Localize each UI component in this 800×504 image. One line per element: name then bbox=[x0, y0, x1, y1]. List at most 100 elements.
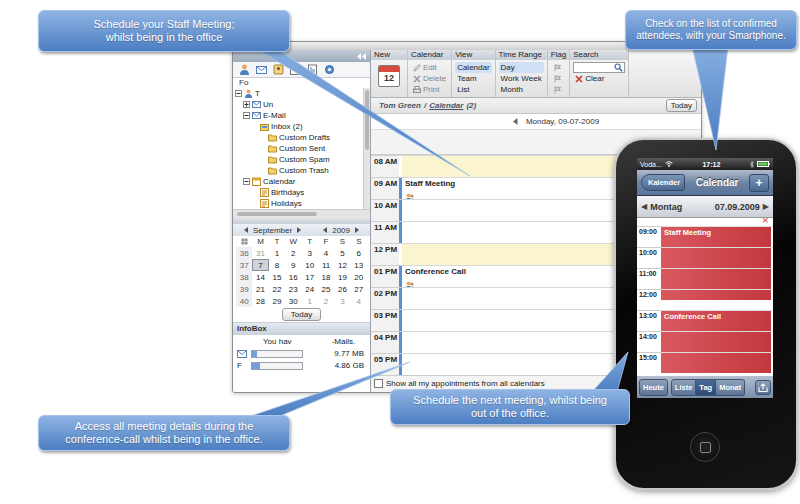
magnifier-icon[interactable] bbox=[614, 63, 623, 72]
phone-hour-slot[interactable] bbox=[661, 268, 773, 289]
previous-month-icon[interactable] bbox=[244, 227, 249, 233]
day-cell[interactable]: 13 bbox=[351, 259, 367, 271]
contacts-icon[interactable] bbox=[273, 64, 284, 75]
day-cell[interactable]: 12 bbox=[334, 259, 350, 271]
home-button[interactable] bbox=[690, 432, 720, 462]
mail-icon[interactable] bbox=[256, 64, 267, 75]
toolbar-option[interactable]: Calendar bbox=[455, 62, 491, 73]
day-cell[interactable]: 4 bbox=[318, 247, 334, 259]
phone-hour-slot[interactable] bbox=[661, 289, 773, 310]
day-cell[interactable]: 31 bbox=[252, 247, 268, 259]
day-cell[interactable]: 27 bbox=[351, 283, 367, 295]
phone-hour-row[interactable]: 14:00 bbox=[637, 331, 773, 352]
folder-item[interactable]: E-Mail bbox=[233, 110, 363, 121]
expander-icon[interactable] bbox=[243, 178, 250, 185]
scroll-thumb[interactable] bbox=[365, 90, 369, 150]
next-month-icon[interactable] bbox=[296, 227, 301, 233]
today-button[interactable]: Today bbox=[666, 99, 697, 112]
day-cell[interactable]: 10 bbox=[302, 259, 318, 271]
folder-item[interactable]: Custom Sent bbox=[233, 143, 363, 154]
flag-button[interactable] bbox=[551, 62, 567, 73]
gear-icon[interactable] bbox=[324, 64, 335, 75]
folder-item[interactable]: Custom Trash bbox=[233, 165, 363, 176]
message-end[interactable]: -Mails. bbox=[332, 337, 356, 347]
day-cell[interactable]: 5 bbox=[334, 247, 350, 259]
appointment-block[interactable] bbox=[661, 332, 771, 352]
day-cell[interactable]: 22 bbox=[269, 283, 285, 295]
day-cell[interactable]: 29 bbox=[269, 295, 285, 307]
horizontal-scrollbar[interactable] bbox=[233, 209, 370, 218]
toolbar-option[interactable]: Team bbox=[455, 73, 491, 84]
flag-button[interactable] bbox=[551, 84, 567, 95]
appointment-block[interactable] bbox=[661, 248, 771, 268]
day-cell[interactable]: 3 bbox=[334, 295, 350, 307]
day-cell[interactable]: 8 bbox=[269, 259, 285, 271]
day-cell[interactable]: 4 bbox=[351, 295, 367, 307]
toolbar-action[interactable]: Print bbox=[411, 84, 448, 95]
folder-item[interactable]: Custom Spam bbox=[233, 154, 363, 165]
flag-button[interactable] bbox=[551, 73, 567, 84]
week-number[interactable]: 38 bbox=[236, 271, 252, 283]
previous-year-icon[interactable] bbox=[323, 227, 328, 233]
search-input[interactable] bbox=[573, 62, 625, 73]
show-all-checkbox[interactable] bbox=[374, 379, 383, 388]
phone-hour-row[interactable]: 10:00 bbox=[637, 247, 773, 268]
collapse-icon[interactable] bbox=[357, 53, 366, 60]
folder-item[interactable]: T bbox=[233, 88, 363, 99]
back-button[interactable]: Kalender bbox=[641, 174, 685, 191]
day-cell[interactable]: 24 bbox=[302, 283, 318, 295]
day-cell[interactable]: 21 bbox=[252, 283, 268, 295]
week-number[interactable]: 36 bbox=[236, 247, 252, 259]
week-number[interactable]: 40 bbox=[236, 295, 252, 307]
phone-hour-row[interactable]: 11:00 bbox=[637, 268, 773, 289]
day-cell[interactable]: 2 bbox=[318, 295, 334, 307]
folder-item[interactable]: Birthdays bbox=[233, 187, 363, 198]
calendar-folder-link[interactable]: Calendar bbox=[429, 101, 463, 110]
appointment-block[interactable]: Staff Meeting bbox=[661, 227, 771, 247]
toolbar-option[interactable]: Work Week bbox=[499, 73, 544, 84]
expander-icon[interactable] bbox=[235, 90, 242, 97]
previous-day-button[interactable]: ◀ bbox=[641, 202, 647, 211]
phone-hour-slot[interactable]: Conference Call bbox=[661, 310, 773, 331]
toolbar-option[interactable]: List bbox=[455, 84, 491, 95]
appointment-block[interactable] bbox=[661, 269, 771, 289]
phone-hour-slot[interactable] bbox=[661, 247, 773, 268]
day-cell[interactable]: 19 bbox=[334, 271, 350, 283]
next-year-icon[interactable] bbox=[354, 227, 359, 233]
day-cell[interactable]: 1 bbox=[302, 295, 318, 307]
scroll-thumb[interactable] bbox=[237, 212, 317, 216]
day-cell[interactable]: 2 bbox=[285, 247, 301, 259]
day-cell[interactable]: 18 bbox=[318, 271, 334, 283]
folder-item[interactable]: Holidays bbox=[233, 198, 363, 209]
day-cell[interactable]: 9 bbox=[285, 259, 301, 271]
expander-icon[interactable] bbox=[243, 112, 250, 119]
toolbar-option[interactable]: Day bbox=[499, 62, 544, 73]
folder-item[interactable]: Inbox (2) bbox=[233, 121, 363, 132]
day-cell[interactable]: 7 bbox=[252, 259, 268, 271]
calendar-icon[interactable] bbox=[290, 64, 301, 75]
appointment-block[interactable] bbox=[661, 290, 771, 300]
vertical-scrollbar[interactable] bbox=[363, 88, 370, 209]
today-button[interactable]: Heute bbox=[639, 379, 668, 396]
folder-item[interactable]: Custom Drafts bbox=[233, 132, 363, 143]
tasks-icon[interactable] bbox=[307, 64, 318, 75]
appointment-block[interactable]: Conference Call bbox=[661, 311, 771, 331]
day-cell[interactable]: 20 bbox=[351, 271, 367, 283]
toolbar-action[interactable]: Edit bbox=[411, 62, 448, 73]
phone-hour-slot[interactable] bbox=[661, 331, 773, 352]
new-appointment-icon[interactable]: 12 bbox=[378, 65, 400, 87]
day-cell[interactable]: 30 bbox=[285, 295, 301, 307]
today-button[interactable]: Today bbox=[282, 308, 321, 321]
next-day-button[interactable]: ▶ bbox=[763, 202, 769, 211]
week-number[interactable]: 37 bbox=[236, 259, 252, 271]
day-cell[interactable]: 14 bbox=[252, 271, 268, 283]
expander-icon[interactable] bbox=[243, 101, 250, 108]
close-marker[interactable]: × bbox=[761, 216, 769, 225]
day-cell[interactable]: 25 bbox=[318, 283, 334, 295]
day-cell[interactable]: 17 bbox=[302, 271, 318, 283]
user-icon[interactable] bbox=[239, 64, 250, 75]
folder-item[interactable]: Calendar bbox=[233, 176, 363, 187]
show-all-label[interactable]: Show all my appointments from all calend… bbox=[386, 379, 545, 388]
day-cell[interactable]: 16 bbox=[285, 271, 301, 283]
day-cell[interactable]: 6 bbox=[351, 247, 367, 259]
